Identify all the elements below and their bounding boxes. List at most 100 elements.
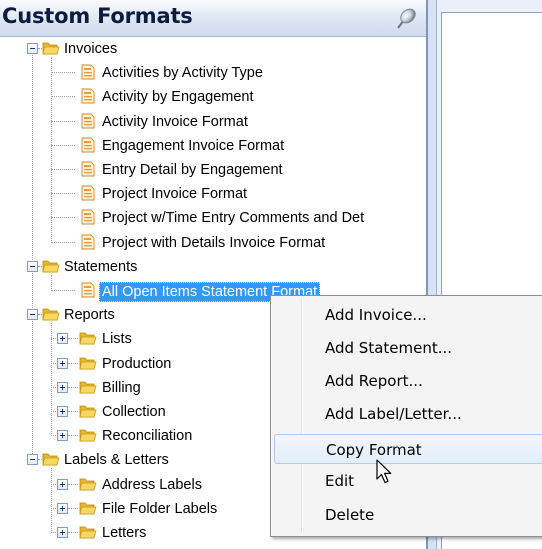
format-item[interactable]: Project with Details Invoice Format xyxy=(102,234,325,252)
tree-connector xyxy=(51,483,56,485)
tree-connector xyxy=(51,507,56,509)
tree-folder-label[interactable]: Statements xyxy=(64,258,137,276)
menu-item-label: Add Report... xyxy=(325,372,423,390)
format-document-icon xyxy=(81,282,95,298)
format-document-icon xyxy=(81,88,95,104)
tree-row[interactable]: Statements xyxy=(0,255,426,279)
tree-connector xyxy=(51,144,75,146)
format-document-icon xyxy=(81,185,95,201)
tree-connector xyxy=(51,338,56,340)
menu-item-label: Copy Format xyxy=(326,441,422,459)
collapse-toggle-icon[interactable] xyxy=(27,260,38,272)
format-item[interactable]: Activities by Activity Type xyxy=(102,64,263,82)
menu-item-label: Add Label/Letter... xyxy=(325,405,462,423)
tree-connector xyxy=(68,411,78,412)
tree-subfolder-label[interactable]: Production xyxy=(102,355,171,373)
menu-item-add-statement[interactable]: Add Statement... xyxy=(274,333,542,363)
format-document-icon xyxy=(81,64,95,80)
tree-subfolder-label[interactable]: Reconciliation xyxy=(102,427,192,445)
tree-subfolder-label[interactable]: Lists xyxy=(102,330,132,348)
tree-row[interactable]: Activities by Activity Type xyxy=(0,61,426,85)
tree-connector xyxy=(68,435,78,437)
tree-connector xyxy=(51,96,75,98)
expand-toggle-icon[interactable] xyxy=(57,406,68,417)
tree-row[interactable]: Activity by Engagement xyxy=(0,85,426,109)
mouse-cursor-icon xyxy=(376,459,392,484)
tree-connector xyxy=(51,290,75,291)
panel-header: Custom Formats xyxy=(0,0,426,37)
tree-row[interactable]: Project Invoice Format xyxy=(0,182,426,206)
tree-folder-label[interactable]: Labels & Letters xyxy=(64,451,169,469)
collapse-toggle-icon[interactable] xyxy=(27,454,38,466)
expand-toggle-icon[interactable] xyxy=(57,502,68,514)
collapse-toggle-icon[interactable] xyxy=(27,309,38,321)
tree-connector xyxy=(68,483,78,485)
tree-connector xyxy=(68,532,78,533)
folder-icon xyxy=(79,502,97,515)
panel-title: Custom Formats xyxy=(2,4,193,28)
format-item[interactable]: Activity Invoice Format xyxy=(102,113,248,131)
expand-toggle-icon[interactable] xyxy=(57,478,68,490)
tree-subfolder-label[interactable]: Collection xyxy=(102,403,166,421)
folder-icon xyxy=(79,332,97,345)
menu-item-label: Edit xyxy=(325,472,355,490)
folder-icon xyxy=(79,381,97,394)
tree-row[interactable]: Project w/Time Entry Comments and Det xyxy=(0,206,426,230)
format-item[interactable]: Engagement Invoice Format xyxy=(102,137,284,155)
tree-row[interactable]: Entry Detail by Engagement xyxy=(0,158,426,182)
folder-icon xyxy=(79,429,97,442)
tree-connector xyxy=(51,386,56,388)
menu-item-add-invoice[interactable]: Add Invoice... xyxy=(274,300,542,330)
tree-connector xyxy=(51,532,56,533)
format-document-icon xyxy=(81,137,95,153)
folder-icon xyxy=(79,526,97,539)
menu-item-copy-format[interactable]: Copy Format xyxy=(274,434,542,464)
tree-connector xyxy=(68,362,78,364)
pin-icon[interactable] xyxy=(392,6,418,32)
collapse-toggle-icon[interactable] xyxy=(27,43,38,54)
tree-connector xyxy=(51,362,56,364)
expand-toggle-icon[interactable] xyxy=(57,333,68,345)
tree-connector xyxy=(51,169,75,170)
format-document-icon xyxy=(81,113,95,129)
tree-folder-label[interactable]: Reports xyxy=(64,306,115,324)
expand-toggle-icon[interactable] xyxy=(57,430,68,442)
tree-connector xyxy=(51,241,75,243)
app-window: Custom Formats Invoices Activities by Act… xyxy=(0,0,542,549)
folder-icon xyxy=(42,42,60,55)
expand-toggle-icon[interactable] xyxy=(57,357,68,369)
tree-subfolder-label[interactable]: Letters xyxy=(102,524,146,542)
folder-icon xyxy=(79,405,97,418)
folder-icon xyxy=(42,260,60,273)
format-item[interactable]: Project Invoice Format xyxy=(102,185,247,203)
format-item[interactable]: Entry Detail by Engagement xyxy=(102,161,283,179)
tree-subfolder-label[interactable]: Billing xyxy=(102,379,141,397)
tree-connector xyxy=(68,507,78,509)
expand-toggle-icon[interactable] xyxy=(57,527,68,538)
tree-row[interactable]: Activity Invoice Format xyxy=(0,110,426,134)
expand-toggle-icon[interactable] xyxy=(57,381,68,393)
format-item[interactable]: Activity by Engagement xyxy=(102,88,254,106)
tree-connector xyxy=(68,338,78,340)
tree-connector xyxy=(51,435,56,437)
format-document-icon xyxy=(81,234,95,250)
tree-subfolder-label[interactable]: File Folder Labels xyxy=(102,500,217,518)
menu-item-delete[interactable]: Delete xyxy=(274,500,542,530)
tree-connector xyxy=(51,217,75,219)
format-item[interactable]: Project w/Time Entry Comments and Det xyxy=(102,209,364,227)
tree-row[interactable]: Engagement Invoice Format xyxy=(0,134,426,158)
tree-folder-label[interactable]: Invoices xyxy=(64,40,117,58)
menu-item-label: Add Invoice... xyxy=(325,306,427,324)
tree-row[interactable]: Invoices xyxy=(0,37,426,61)
folder-icon xyxy=(42,308,60,321)
tree-connector xyxy=(51,72,75,74)
tree-subfolder-label[interactable]: Address Labels xyxy=(102,476,202,494)
tree-row[interactable]: Project with Details Invoice Format xyxy=(0,231,426,255)
menu-item-add-label-letter[interactable]: Add Label/Letter... xyxy=(274,399,542,429)
tree-connector xyxy=(51,193,75,195)
menu-item-edit[interactable]: Edit xyxy=(274,466,542,496)
tree-connector xyxy=(51,120,75,122)
tree-connector xyxy=(68,386,78,388)
menu-item-add-report[interactable]: Add Report... xyxy=(274,366,542,396)
folder-icon xyxy=(79,478,97,490)
